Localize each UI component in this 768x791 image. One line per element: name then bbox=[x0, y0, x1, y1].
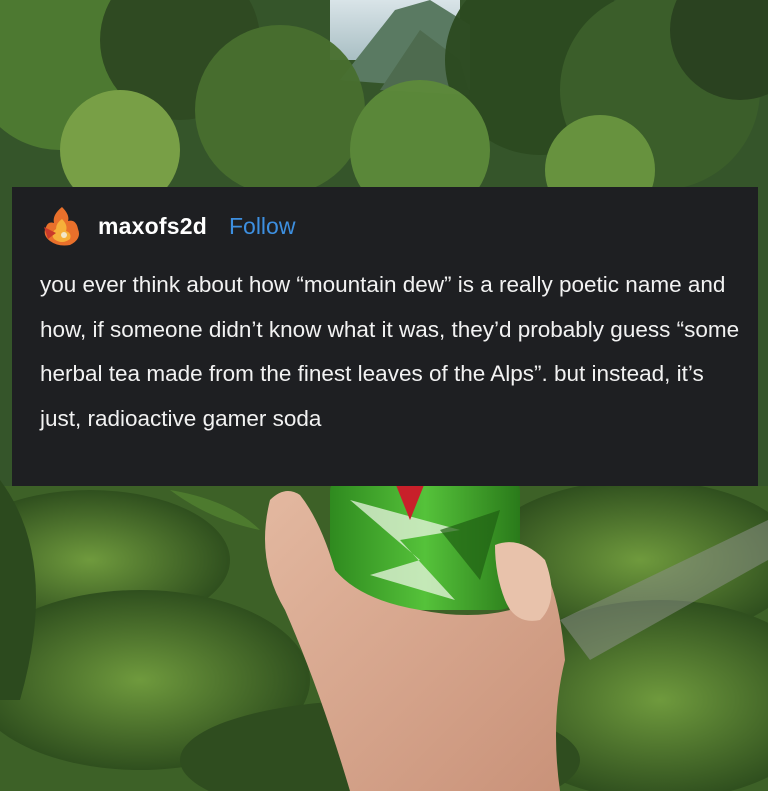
meme-image: maxofs2d Follow you ever think about how… bbox=[0, 0, 768, 791]
fire-avatar-icon[interactable] bbox=[40, 205, 86, 247]
follow-button[interactable]: Follow bbox=[229, 213, 295, 240]
post-text: you ever think about how “mountain dew” … bbox=[40, 272, 740, 431]
post-header: maxofs2d Follow bbox=[40, 205, 730, 247]
tumblr-post-card: maxofs2d Follow you ever think about how… bbox=[12, 187, 758, 486]
post-username[interactable]: maxofs2d bbox=[98, 213, 207, 240]
